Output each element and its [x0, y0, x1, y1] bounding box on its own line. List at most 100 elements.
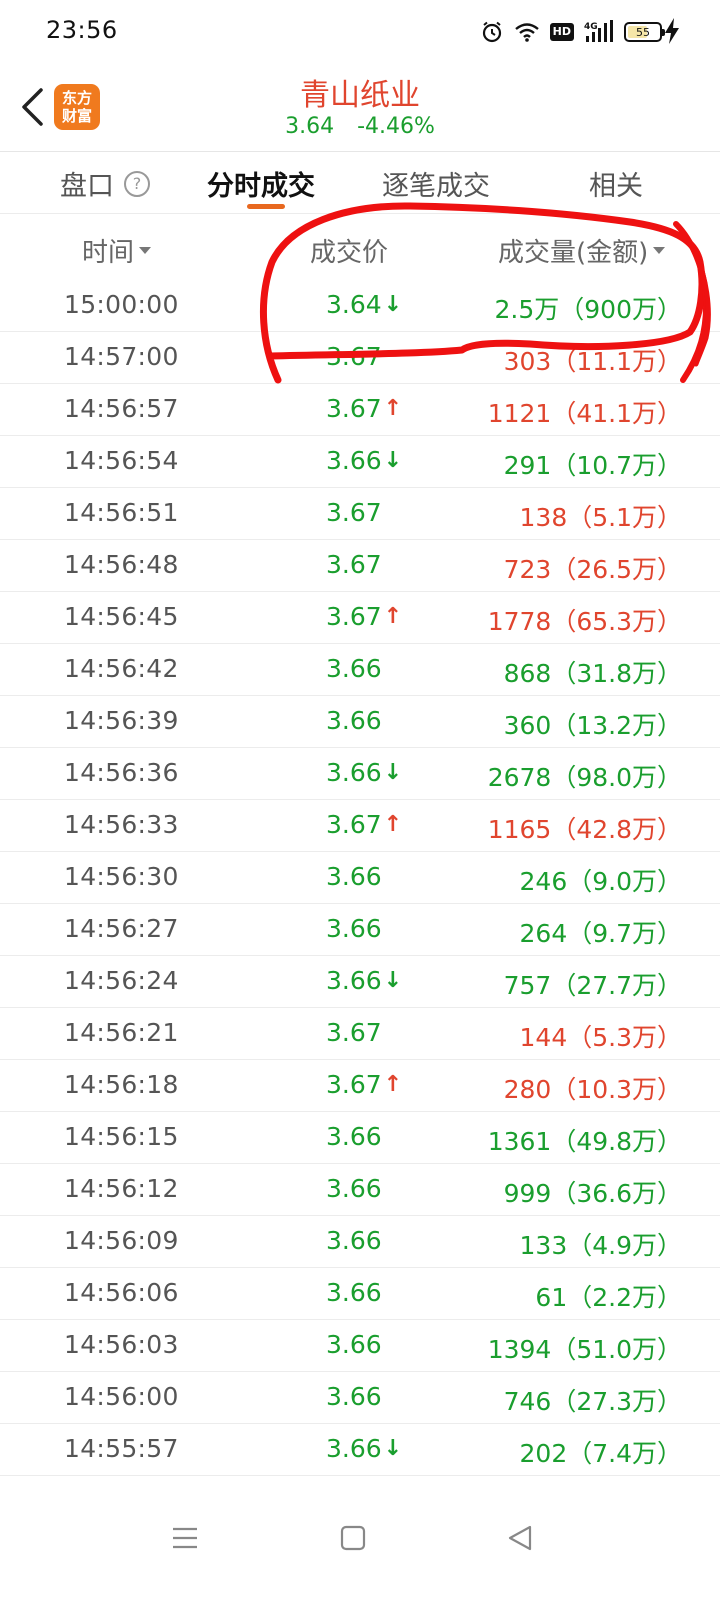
trade-price: 3.67 [326, 1070, 382, 1099]
trade-price-cell: 3.66 [326, 1278, 382, 1307]
trade-price-cell: 3.66 ↓ [326, 758, 402, 787]
nav-back-button[interactable] [490, 1508, 550, 1568]
table-row[interactable]: 14:56:57 3.67 ↑ 1121（41.1万） [0, 384, 720, 436]
battery-level: 55 [636, 25, 650, 39]
system-nav-bar [0, 1480, 720, 1600]
table-row[interactable]: 14:57:00 3.67 303（11.1万） [0, 332, 720, 384]
trade-price: 3.66 [326, 654, 382, 683]
wifi-icon [514, 23, 539, 42]
trade-volume: 291（10.7万） [503, 451, 682, 480]
tab-tick-trades[interactable]: 逐笔成交 [382, 164, 490, 203]
arrow-down-icon: ↓ [383, 292, 403, 317]
square-home-icon [340, 1525, 366, 1551]
column-header-time[interactable]: 时间 [82, 232, 152, 269]
table-row[interactable]: 15:00:00 3.64 ↓ 2.5万（900万） [0, 280, 720, 332]
trade-price: 3.66 [326, 1278, 382, 1307]
table-row[interactable]: 14:56:33 3.67 ↑ 1165（42.8万） [0, 800, 720, 852]
table-row[interactable]: 14:56:51 3.67 138（5.1万） [0, 488, 720, 540]
trade-volume: 61（2.2万） [535, 1283, 682, 1312]
trade-time: 14:56:15 [64, 1122, 179, 1151]
trade-price-cell: 3.64 ↓ [326, 290, 402, 319]
trade-price-cell: 3.66 [326, 1174, 382, 1203]
table-row[interactable]: 14:56:45 3.67 ↑ 1778（65.3万） [0, 592, 720, 644]
stock-name: 青山纸业 [300, 78, 420, 113]
trade-volume: 264（9.7万） [519, 919, 682, 948]
table-row[interactable]: 14:56:39 3.66 360（13.2万） [0, 696, 720, 748]
sort-caret-icon [653, 247, 666, 254]
table-row[interactable]: 14:56:24 3.66 ↓ 757（27.7万） [0, 956, 720, 1008]
trade-volume: 133（4.9万） [519, 1231, 682, 1260]
table-row[interactable]: 14:56:18 3.67 ↑ 280（10.3万） [0, 1060, 720, 1112]
column-label: 时间 [82, 238, 135, 268]
table-row[interactable]: 14:56:42 3.66 868（31.8万） [0, 644, 720, 696]
table-row[interactable]: 14:56:09 3.66 133（4.9万） [0, 1216, 720, 1268]
table-row[interactable]: 14:56:30 3.66 246（9.0万） [0, 852, 720, 904]
column-header-volume[interactable]: 成交量(金额) [498, 232, 666, 269]
trade-price: 3.66 [326, 1434, 382, 1463]
trade-volume: 1394（51.0万） [487, 1335, 682, 1364]
trade-price: 3.66 [326, 966, 382, 995]
table-row[interactable]: 14:56:06 3.66 61（2.2万） [0, 1268, 720, 1320]
nav-menu-button[interactable] [155, 1508, 215, 1568]
table-row[interactable]: 14:56:00 3.66 746（27.3万） [0, 1372, 720, 1424]
trade-price-cell: 3.67 ↑ [326, 810, 402, 839]
arrow-up-icon: ↑ [383, 812, 403, 837]
trade-price: 3.67 [326, 498, 382, 527]
trade-price: 3.67 [326, 602, 382, 631]
trade-price-cell: 3.67 ↑ [326, 394, 402, 423]
arrow-down-icon: ↓ [383, 448, 403, 473]
trade-price: 3.67 [326, 1018, 382, 1047]
status-time: 23:56 [46, 16, 118, 44]
trade-price-cell: 3.67 [326, 342, 382, 371]
question-circle-icon[interactable]: ? [124, 170, 150, 197]
column-header-price: 成交价 [310, 232, 388, 269]
trade-price: 3.66 [326, 1382, 382, 1411]
trade-time: 14:56:21 [64, 1018, 179, 1047]
trade-time: 14:56:27 [64, 914, 179, 943]
trade-time: 14:56:06 [64, 1278, 179, 1307]
trade-volume: 303（11.1万） [503, 347, 682, 376]
tab-label: 相关 [589, 171, 643, 202]
alarm-icon [482, 21, 501, 43]
table-row[interactable]: 14:56:27 3.66 264（9.7万） [0, 904, 720, 956]
tab-minute-trades[interactable]: 分时成交 [207, 164, 315, 203]
trade-volume: 2.5万（900万） [494, 295, 682, 324]
trade-price-cell: 3.66 [326, 706, 382, 735]
charging-bolt-icon [665, 18, 679, 44]
nav-home-button[interactable] [323, 1508, 383, 1568]
trade-time: 14:56:42 [64, 654, 179, 683]
trade-price-cell: 3.66 [326, 654, 382, 683]
table-row[interactable]: 14:56:03 3.66 1394（51.0万） [0, 1320, 720, 1372]
stock-change-pct: -4.46% [357, 114, 435, 139]
column-label: 成交量(金额) [498, 238, 649, 268]
trade-price-cell: 3.66 [326, 1226, 382, 1255]
trade-price: 3.66 [326, 758, 382, 787]
trade-time: 14:56:54 [64, 446, 179, 475]
trade-list[interactable]: 15:00:00 3.64 ↓ 2.5万（900万） 14:57:00 3.67 303（1… [0, 280, 720, 1476]
triangle-back-icon [508, 1525, 532, 1551]
table-row[interactable]: 14:56:15 3.66 1361（49.8万） [0, 1112, 720, 1164]
tab-related[interactable]: 相关 [589, 164, 643, 203]
table-row[interactable]: 14:56:54 3.66 ↓ 291（10.7万） [0, 436, 720, 488]
trade-price: 3.64 [326, 290, 382, 319]
hd-badge: HD [549, 23, 574, 41]
table-row[interactable]: 14:56:36 3.66 ↓ 2678（98.0万） [0, 748, 720, 800]
trade-price-cell: 3.66 [326, 1382, 382, 1411]
arrow-down-icon: ↓ [383, 1436, 403, 1461]
signal-4g-icon: 4G [584, 20, 613, 42]
stock-quote: 3.64 -4.46% [0, 114, 720, 139]
table-row[interactable]: 14:56:21 3.67 144（5.3万） [0, 1008, 720, 1060]
trade-time: 14:56:09 [64, 1226, 179, 1255]
trade-time: 14:56:03 [64, 1330, 179, 1359]
trade-volume: 1361（49.8万） [487, 1127, 682, 1156]
stock-header: 东方 财富 青山纸业 3.64 -4.46% [0, 62, 720, 152]
trade-price-cell: 3.67 [326, 550, 382, 579]
table-row[interactable]: 14:56:12 3.66 999（36.6万） [0, 1164, 720, 1216]
trade-price: 3.67 [326, 550, 382, 579]
tab-label: 盘口 [60, 171, 114, 202]
tab-pankou[interactable]: 盘口 ? [60, 164, 150, 203]
table-row[interactable]: 14:55:57 3.66 ↓ 202（7.4万） [0, 1424, 720, 1476]
trade-volume: 746（27.3万） [503, 1387, 682, 1416]
trade-time: 14:56:36 [64, 758, 179, 787]
table-row[interactable]: 14:56:48 3.67 723（26.5万） [0, 540, 720, 592]
